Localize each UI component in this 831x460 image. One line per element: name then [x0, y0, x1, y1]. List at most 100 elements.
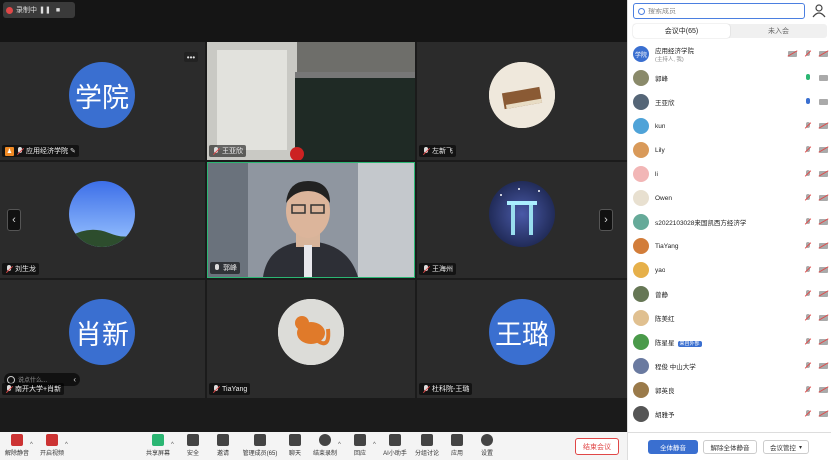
mic-muted-icon[interactable]	[805, 266, 811, 274]
meeting-control-button[interactable]: 会议管控 ▾	[763, 440, 809, 454]
camera-off-icon[interactable]	[819, 387, 828, 393]
member-row[interactable]: 曾静	[628, 282, 831, 306]
end-meeting-button[interactable]: 结束会议	[575, 438, 619, 455]
member-row[interactable]: Lily	[628, 138, 831, 162]
mic-icon[interactable]	[805, 98, 811, 106]
stop-recording-button[interactable]: 结束录制	[310, 434, 340, 457]
invite-button[interactable]: 邀请	[208, 434, 238, 457]
camera-off-icon[interactable]	[819, 291, 828, 297]
tab-not-joined[interactable]: 未入会	[730, 24, 827, 38]
video-tile-blackboard[interactable]: 王亚欣	[207, 42, 415, 160]
video-tile-xiaoxin[interactable]: 肖新 说点什么... ‹ 南开大学+肖新	[0, 280, 205, 398]
video-tile-sky[interactable]: 刘生龙	[0, 162, 205, 278]
camera-icon[interactable]	[819, 99, 828, 105]
camera-off-icon[interactable]	[819, 339, 828, 345]
collapse-icon[interactable]: ‹	[73, 375, 76, 384]
start-video-button[interactable]: 开启视频	[37, 434, 67, 457]
member-row[interactable]: li	[628, 162, 831, 186]
ai-assistant-button[interactable]: AI小助手	[380, 434, 410, 457]
mic-muted-icon[interactable]	[805, 122, 811, 130]
video-tile-wanglu[interactable]: 王璐 杜科院-王璐	[417, 280, 627, 398]
chevron-up-icon[interactable]: ^	[65, 442, 68, 448]
camera-off-icon[interactable]	[819, 171, 828, 177]
settings-button[interactable]: 设置	[472, 434, 502, 457]
chevron-up-icon[interactable]: ^	[30, 442, 33, 448]
member-search[interactable]	[633, 3, 805, 19]
member-role: (主持人, 我)	[655, 57, 684, 63]
member-row[interactable]: Owen	[628, 186, 831, 210]
mic-muted-icon[interactable]	[805, 314, 811, 322]
mic-muted-icon[interactable]	[805, 410, 811, 418]
mic-muted-icon[interactable]	[805, 362, 811, 370]
member-name-group: 曾静	[655, 289, 668, 299]
camera-off-icon[interactable]	[819, 411, 828, 417]
member-row[interactable]: TiaYang	[628, 234, 831, 258]
camera-off-icon[interactable]	[819, 123, 828, 129]
member-row[interactable]: s2022103028来国凯西方经济学	[628, 210, 831, 234]
video-tile-host[interactable]: 学院 ♟ 应用经济学院 ✎	[0, 42, 205, 160]
avatar	[633, 238, 649, 254]
member-row[interactable]: 学院 应用经济学院 (主持人, 我)	[628, 42, 831, 66]
camera-off-icon[interactable]	[819, 219, 828, 225]
camera-off-icon[interactable]	[819, 315, 828, 321]
member-row[interactable]: 程俊 中山大学	[628, 354, 831, 378]
manage-members-button[interactable]: 管理成员(65)	[243, 434, 277, 457]
mic-muted-icon[interactable]	[805, 194, 811, 202]
recording-indicator[interactable]: 录制中 ❚❚ ■	[3, 2, 75, 18]
mute-all-button[interactable]: 全体静音	[648, 440, 698, 454]
mic-muted-icon[interactable]	[805, 338, 811, 346]
unmute-button[interactable]: 解除静音	[2, 434, 32, 457]
screen-share-off-icon[interactable]	[788, 51, 797, 57]
member-name: s2022103028来国凯西方经济学	[655, 220, 747, 227]
camera-off-icon[interactable]	[819, 363, 828, 369]
pause-recording-icon[interactable]: ❚❚	[39, 5, 51, 15]
apps-button[interactable]: 应用	[442, 434, 472, 457]
member-row[interactable]: 陈美红	[628, 306, 831, 330]
chevron-up-icon[interactable]: ^	[338, 442, 341, 448]
video-tile-book[interactable]: 左新飞	[417, 42, 627, 160]
mic-muted-icon[interactable]	[805, 386, 811, 394]
mic-icon[interactable]	[805, 74, 811, 82]
camera-off-icon[interactable]	[819, 195, 828, 201]
member-row[interactable]: 胡雅予	[628, 402, 831, 426]
member-row[interactable]: yao	[628, 258, 831, 282]
next-page-button[interactable]: ›	[599, 209, 613, 231]
camera-off-icon[interactable]	[819, 243, 828, 249]
camera-off-icon[interactable]	[819, 147, 828, 153]
video-tile-cat[interactable]: TiaYang	[207, 280, 415, 398]
unmute-all-button[interactable]: 解除全体静音	[703, 440, 757, 454]
camera-off-icon[interactable]	[819, 51, 828, 57]
more-options-icon[interactable]: •••	[184, 52, 198, 62]
chat-button[interactable]: 聊天	[280, 434, 310, 457]
mic-muted-icon[interactable]	[805, 242, 811, 250]
member-status-icons	[805, 170, 828, 178]
member-row[interactable]: 陈星星 来自外部	[628, 330, 831, 354]
person-icon[interactable]	[812, 4, 826, 18]
edit-name-icon[interactable]: ✎	[70, 147, 76, 155]
member-row[interactable]: 郭峰	[628, 66, 831, 90]
stop-recording-icon[interactable]: ■	[53, 5, 63, 15]
reaction-button[interactable]: 回应	[345, 434, 375, 457]
member-row[interactable]: kun	[628, 114, 831, 138]
member-name: 曾静	[655, 292, 668, 299]
chevron-up-icon[interactable]: ^	[171, 442, 174, 448]
member-row[interactable]: 王亚欣	[628, 90, 831, 114]
security-button[interactable]: 安全	[178, 434, 208, 457]
chevron-up-icon[interactable]: ^	[373, 442, 376, 448]
video-tile-gate[interactable]: 王海州	[417, 162, 627, 278]
member-status-icons	[805, 266, 828, 274]
tab-in-meeting[interactable]: 会议中(65)	[633, 24, 730, 38]
mic-muted-icon[interactable]	[805, 218, 811, 226]
camera-icon[interactable]	[819, 75, 828, 81]
mic-muted-icon[interactable]	[805, 50, 811, 58]
video-tile-active-speaker[interactable]: 郭峰	[207, 162, 415, 278]
breakout-button[interactable]: 分组讨论	[412, 434, 442, 457]
prev-page-button[interactable]: ‹	[7, 209, 21, 231]
share-screen-button[interactable]: 共享屏幕	[143, 434, 173, 457]
search-input[interactable]	[648, 7, 798, 15]
mic-muted-icon[interactable]	[805, 290, 811, 298]
mic-muted-icon[interactable]	[805, 146, 811, 154]
mic-muted-icon[interactable]	[805, 170, 811, 178]
member-row[interactable]: 郭英良	[628, 378, 831, 402]
camera-off-icon[interactable]	[819, 267, 828, 273]
